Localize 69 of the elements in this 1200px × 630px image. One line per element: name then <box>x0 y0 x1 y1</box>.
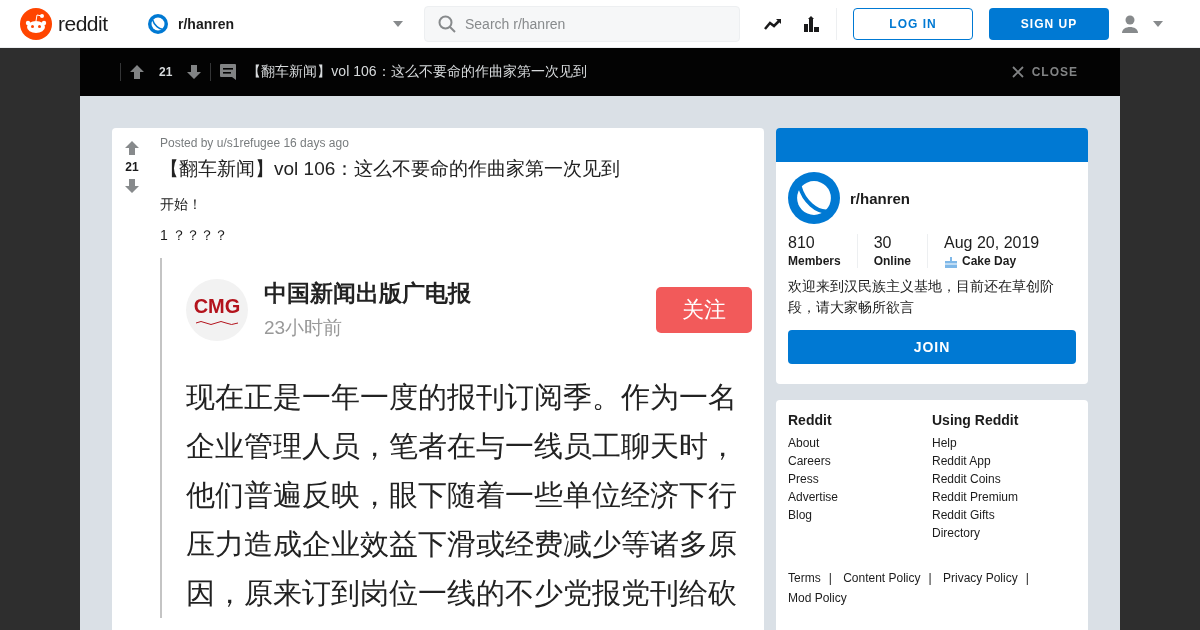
stat-value: Aug 20, 2019 <box>944 234 1040 252</box>
stat-value: 30 <box>873 234 893 252</box>
footer-link[interactable]: Help <box>932 436 1076 450</box>
article-line: 现在正是一年一度的报刊订阅季。作为一名 <box>186 380 738 415</box>
alien-logo-icon[interactable] <box>20 7 52 40</box>
login-button[interactable]: LOG IN <box>853 7 973 40</box>
avatar-logo-text: CMG <box>193 294 241 318</box>
user-icon <box>1121 14 1139 33</box>
community-name[interactable]: r/hanren <box>850 189 910 207</box>
footer-link[interactable]: Reddit Gifts <box>932 508 1076 522</box>
bar-chart-icon[interactable] <box>804 15 820 32</box>
vote-count: 21 <box>125 160 139 174</box>
stat-label: Cake Day <box>962 254 1017 268</box>
caret-icon <box>393 20 403 27</box>
close-icon <box>1011 66 1024 78</box>
post-meta: Posted by u/s1refugee 16 days ago <box>160 136 350 150</box>
article-line: 企业管理人员，笔者在与一线员工聊天时， <box>186 429 738 464</box>
planet-icon <box>788 172 840 224</box>
footer-link[interactable]: Terms <box>788 571 821 585</box>
community-name: r/hanren <box>178 15 234 32</box>
community-dropdown[interactable]: r/hanren <box>148 13 403 34</box>
footer-link[interactable]: Reddit Coins <box>932 472 1076 486</box>
separator-text: | <box>828 571 832 585</box>
account-name: 中国新闻出版广电报 <box>264 279 471 308</box>
reddit-logo-text[interactable]: reddit <box>58 11 108 36</box>
footer-heading: Reddit <box>788 412 833 428</box>
post-text: 开始！ <box>160 196 203 214</box>
article-line: 压力造成企业效益下滑或经费减少等诸多原 <box>186 527 738 562</box>
stat-label: Online <box>873 254 912 268</box>
post-title: 【翻车新闻】vol 106：这么不要命的作曲家第一次见到 <box>160 157 622 181</box>
downvote-icon[interactable] <box>186 64 203 80</box>
search-field[interactable]: Search r/hanren <box>424 5 740 42</box>
footer-link[interactable]: Content Policy <box>843 571 921 585</box>
separator-text: | <box>928 571 932 585</box>
caret-icon <box>1153 20 1163 27</box>
footer-link[interactable]: Mod Policy <box>788 591 847 605</box>
footer-link[interactable]: Directory <box>932 526 1076 540</box>
footer-link[interactable]: Privacy Policy <box>943 571 1018 585</box>
upvote-icon[interactable] <box>129 64 145 80</box>
comment-icon[interactable] <box>219 63 238 81</box>
footer-link[interactable]: About <box>788 436 932 450</box>
planet-icon <box>148 13 168 34</box>
footer-link[interactable]: Advertise <box>788 490 932 504</box>
post-text: 1 ？？？？ <box>160 227 229 245</box>
signup-button[interactable]: SIGN UP <box>989 7 1109 40</box>
vote-count: 21 <box>159 65 173 79</box>
footer-link[interactable]: Careers <box>788 454 932 468</box>
upvote-icon[interactable] <box>124 140 140 156</box>
cake-icon <box>944 254 959 268</box>
footer-heading: Using Reddit <box>932 412 1020 428</box>
user-menu[interactable] <box>1121 14 1163 33</box>
article-line: 他们普遍反映，眼下随着一些单位经济下行 <box>186 478 738 513</box>
stat-label: Members <box>788 254 841 268</box>
post-title: 【翻车新闻】vol 106：这么不要命的作曲家第一次见到 <box>247 63 588 81</box>
downvote-icon[interactable] <box>124 178 140 194</box>
footer-link[interactable]: Reddit Premium <box>932 490 1076 504</box>
footer-link[interactable]: Reddit App <box>932 454 1076 468</box>
search-icon <box>438 14 456 33</box>
article-line: 因，原来订到岗位一线的不少党报党刊给砍 <box>186 576 738 611</box>
footer-link[interactable]: Press <box>788 472 932 486</box>
community-description: 欢迎来到汉民族主义基地，目前还在草创阶段，请大家畅所欲言 <box>788 277 1055 317</box>
separator-text: | <box>1025 571 1029 585</box>
stat-value: 810 <box>788 234 816 252</box>
scribble-icon <box>195 319 239 325</box>
footer-link[interactable]: Blog <box>788 508 932 522</box>
trending-icon[interactable] <box>764 16 782 31</box>
close-button[interactable]: CLOSE <box>1005 64 1084 80</box>
join-button[interactable]: JOIN <box>788 330 1076 364</box>
post-time: 23小时前 <box>264 316 344 340</box>
